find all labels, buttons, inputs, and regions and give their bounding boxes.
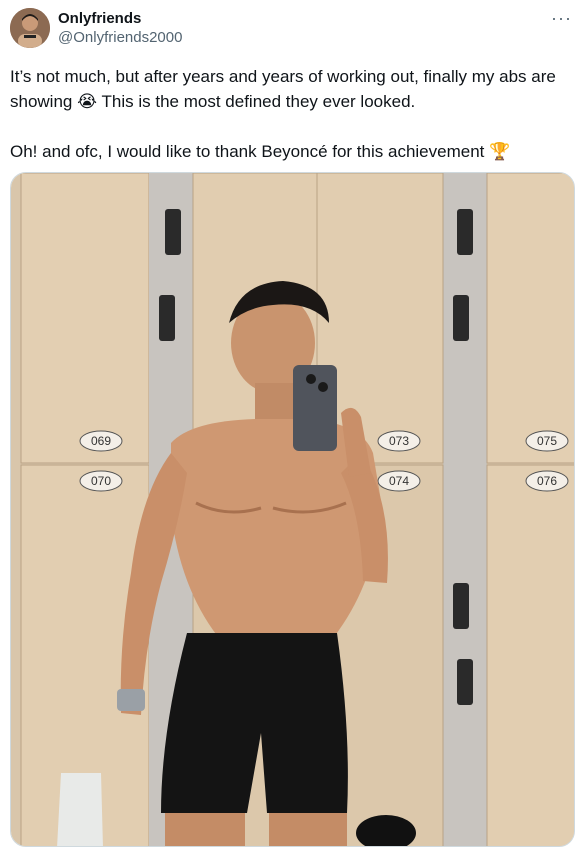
tweet-line-2: Oh! and ofc, I would like to thank Beyon… [10, 142, 490, 161]
avatar[interactable] [10, 8, 50, 48]
photo-image: 069 070 073 074 075 076 [11, 173, 574, 846]
more-horizontal-icon[interactable]: ··· [551, 8, 572, 29]
display-name[interactable]: Onlyfriends [58, 10, 182, 28]
trophy-emoji-icon: 🏆 [489, 142, 511, 161]
locker-number: 076 [537, 474, 557, 488]
crying-emoji-icon: 😭 [77, 92, 98, 111]
tweet-text: It’s not much, but after years and years… [10, 64, 576, 164]
tweet-line-1-tail: This is the most defined they ever looke… [97, 92, 416, 111]
tweet-paragraph-1: It’s not much, but after years and years… [10, 64, 576, 114]
locker-number: 075 [537, 434, 557, 448]
locker-number: 073 [389, 434, 409, 448]
locker-number: 074 [389, 474, 409, 488]
avatar-image [10, 8, 50, 48]
handle[interactable]: @Onlyfriends2000 [58, 29, 182, 47]
author-names: Onlyfriends @Onlyfriends2000 [58, 10, 182, 47]
tweet-photo[interactable]: 069 070 073 074 075 076 [10, 172, 575, 847]
locker-number: 070 [91, 474, 111, 488]
tweet-paragraph-2: Oh! and ofc, I would like to thank Beyon… [10, 139, 576, 164]
locker-number: 069 [91, 434, 111, 448]
tweet-header: Onlyfriends @Onlyfriends2000 ··· [10, 8, 576, 52]
